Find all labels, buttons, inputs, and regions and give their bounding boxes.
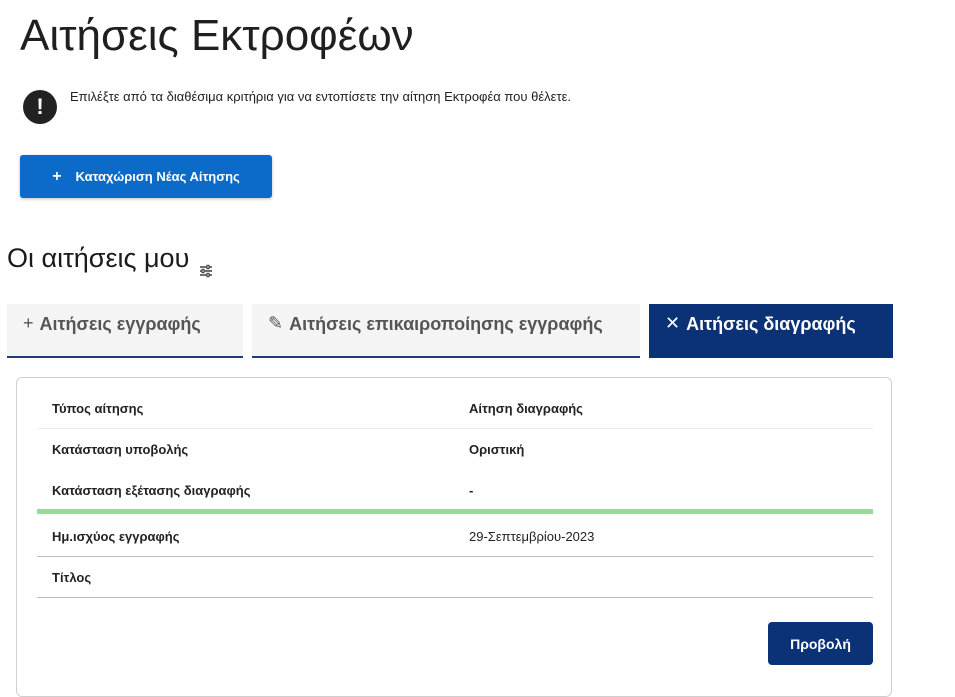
status-bar <box>37 509 873 514</box>
divider <box>37 428 873 429</box>
detail-value: Οριστική <box>469 441 525 457</box>
page-title: Αιτήσεις Εκτροφέων <box>20 11 414 60</box>
detail-row: Ημ.ισχύος εγγραφής 29-Σεπτεμβρίου-2023 <box>37 526 873 546</box>
section-title: Οι αιτήσεις μου <box>7 243 213 277</box>
tab-label: Αιτήσεις επικαιροποίησης εγγραφής <box>289 314 603 334</box>
section-title-text: Οι αιτήσεις μου <box>7 243 190 273</box>
detail-row: Τίτλος <box>37 567 873 587</box>
detail-value: 29-Σεπτεμβρίου-2023 <box>469 528 595 544</box>
tab-update-applications[interactable]: ✎ Αιτήσεις επικαιροποίησης εγγραφής <box>252 304 640 358</box>
detail-key: Τύπος αίτησης <box>52 400 144 416</box>
new-application-label: Καταχώριση Νέας Αίτησης <box>75 169 240 184</box>
tab-label: Αιτήσεις διαγραφής <box>686 314 856 334</box>
tab-registration-applications[interactable]: + Αιτήσεις εγγραφής <box>7 304 243 358</box>
detail-value: - <box>469 482 474 498</box>
detail-key: Κατάσταση υποβολής <box>52 441 189 457</box>
exclamation-icon: ! <box>23 90 57 124</box>
detail-key: Ημ.ισχύος εγγραφής <box>52 528 180 544</box>
detail-row: Κατάσταση εξέτασης διαγραφής - <box>37 480 873 500</box>
view-button[interactable]: Προβολή <box>768 622 873 665</box>
plus-icon: + <box>52 167 62 185</box>
divider <box>37 597 873 598</box>
close-icon: ✕ <box>665 313 681 333</box>
detail-value: Αίτηση διαγραφής <box>469 400 583 416</box>
sliders-icon[interactable] <box>199 254 213 277</box>
detail-key: Κατάσταση εξέτασης διαγραφής <box>52 482 251 498</box>
detail-row: Τύπος αίτησης Αίτηση διαγραφής <box>37 398 873 418</box>
application-card: Τύπος αίτησης Αίτηση διαγραφής Κατάσταση… <box>16 377 892 697</box>
tab-deletion-applications[interactable]: ✕ Αιτήσεις διαγραφής <box>649 304 893 358</box>
detail-key: Τίτλος <box>52 569 92 585</box>
plus-icon: + <box>23 313 34 333</box>
tab-label: Αιτήσεις εγγραφής <box>39 314 201 334</box>
edit-icon: ✎ <box>268 313 284 333</box>
divider <box>37 556 873 557</box>
detail-row: Κατάσταση υποβολής Οριστική <box>37 439 873 459</box>
new-application-button[interactable]: + Καταχώριση Νέας Αίτησης <box>20 155 272 198</box>
info-text: Επιλέξτε από τα διαθέσιμα κριτήρια για ν… <box>70 89 571 104</box>
